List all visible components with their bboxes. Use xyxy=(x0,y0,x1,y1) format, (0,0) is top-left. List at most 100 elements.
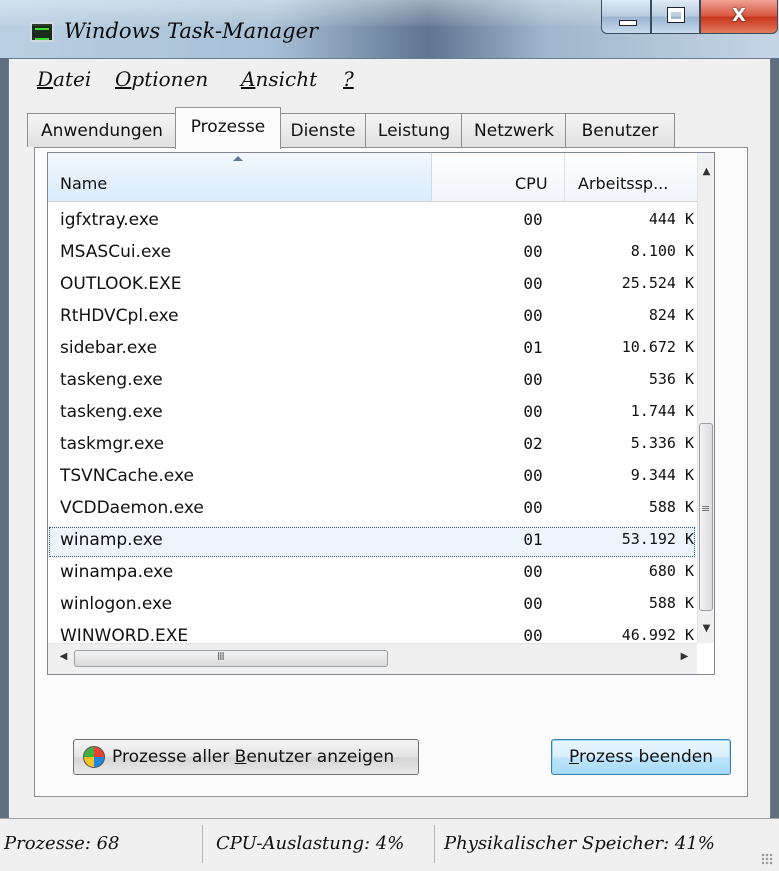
table-row[interactable]: OUTLOOK.EXE 00 25.524 K xyxy=(48,270,696,302)
process-cpu: 00 xyxy=(523,562,543,581)
column-header-arbeitsspeicher[interactable]: Arbeitssp... xyxy=(578,174,668,193)
table-row[interactable]: VCDDaemon.exe 00 588 K xyxy=(48,494,696,526)
process-name: taskmgr.exe xyxy=(60,434,165,454)
scroll-left-icon[interactable]: ◀ xyxy=(55,651,72,668)
process-cpu: 00 xyxy=(523,402,543,421)
process-memory: 444 K xyxy=(648,210,694,228)
minimize-button[interactable] xyxy=(601,0,651,34)
menu-datei[interactable]: Datei xyxy=(37,67,91,91)
vertical-scroll-thumb[interactable] xyxy=(699,423,713,611)
maximize-icon xyxy=(668,8,684,22)
status-cpu-usage: CPU-Auslastung: 4% xyxy=(216,833,405,854)
table-row[interactable]: TSVNCache.exe 00 9.344 K xyxy=(48,462,696,494)
tab-dienste[interactable]: Dienste xyxy=(279,113,367,147)
table-row[interactable]: sidebar.exe 01 10.672 K xyxy=(48,334,696,366)
sort-ascending-icon xyxy=(233,156,243,161)
table-row[interactable]: MSASCui.exe 00 8.100 K xyxy=(48,238,696,270)
show-all-label-start: Prozesse aller xyxy=(112,747,235,767)
status-divider xyxy=(434,825,435,863)
process-memory: 1.744 K xyxy=(630,402,694,420)
process-name: OUTLOOK.EXE xyxy=(60,274,182,294)
table-row[interactable]: winampa.exe 00 680 K xyxy=(48,558,696,590)
process-name: winamp.exe xyxy=(60,530,163,550)
table-row[interactable]: taskmgr.exe 02 5.336 K xyxy=(48,430,696,462)
table-row[interactable]: taskeng.exe 00 536 K xyxy=(48,366,696,398)
process-cpu: 00 xyxy=(523,498,543,517)
tab-prozesse[interactable]: Prozesse xyxy=(175,107,281,149)
process-memory: 680 K xyxy=(648,562,694,580)
show-all-label-end: enutzer anzeigen xyxy=(246,747,395,767)
process-name: MSASCui.exe xyxy=(60,242,172,262)
menu-help[interactable]: ? xyxy=(343,67,354,91)
menu-optionen[interactable]: Optionen xyxy=(115,67,208,91)
column-header-name[interactable]: Name xyxy=(48,153,432,201)
process-memory: 5.336 K xyxy=(630,434,694,452)
show-all-label-accel: B xyxy=(234,747,247,767)
table-row[interactable]: RtHDVCpl.exe 00 824 K xyxy=(48,302,696,334)
process-cpu: 00 xyxy=(523,242,543,261)
close-button[interactable]: X xyxy=(700,0,778,34)
table-row[interactable]: igfxtray.exe 00 444 K xyxy=(48,206,696,238)
process-memory: 824 K xyxy=(648,306,694,324)
process-memory: 25.524 K xyxy=(621,274,694,292)
process-name: TSVNCache.exe xyxy=(60,466,194,486)
process-cpu: 01 xyxy=(523,530,543,549)
process-cpu: 00 xyxy=(523,466,543,485)
process-cpu: 00 xyxy=(523,370,543,389)
table-row[interactable]: winamp.exe 01 53.192 K xyxy=(48,526,696,558)
end-process-button[interactable]: Prozess beenden xyxy=(551,739,731,775)
window-title: Windows Task-Manager xyxy=(64,19,319,43)
taskmanager-app-icon xyxy=(30,22,54,42)
process-name: VCDDaemon.exe xyxy=(60,498,204,518)
uac-shield-icon xyxy=(83,746,105,768)
scroll-down-icon[interactable]: ▼ xyxy=(698,623,714,640)
menu-ansicht[interactable]: Ansicht xyxy=(241,67,317,91)
process-memory: 8.100 K xyxy=(630,242,694,260)
tab-benutzer[interactable]: Benutzer xyxy=(565,113,675,147)
process-name: winlogon.exe xyxy=(60,594,173,614)
process-name: sidebar.exe xyxy=(60,338,158,358)
process-cpu: 01 xyxy=(523,338,543,357)
table-row[interactable]: taskeng.exe 00 1.744 K xyxy=(48,398,696,430)
vertical-scrollbar[interactable]: ▲ ▼ xyxy=(697,153,714,643)
tab-netzwerk[interactable]: Netzwerk xyxy=(461,113,567,147)
status-bar: Prozesse: 68 CPU-Auslastung: 4% Physikal… xyxy=(0,818,779,871)
process-cpu: 00 xyxy=(523,306,543,325)
column-divider xyxy=(564,153,565,201)
horizontal-scroll-thumb[interactable] xyxy=(74,650,388,667)
process-memory: 588 K xyxy=(648,594,694,612)
end-process-label: rozess beenden xyxy=(578,747,713,767)
client-area: Datei Optionen Ansicht ? Anwendungen Pro… xyxy=(8,58,771,863)
maximize-button[interactable] xyxy=(651,0,700,34)
title-bar[interactable]: Windows Task-Manager X xyxy=(0,0,779,58)
process-name: winampa.exe xyxy=(60,562,174,582)
show-all-users-button[interactable]: Prozesse aller Benutzer anzeigen xyxy=(73,739,419,775)
process-name: RtHDVCpl.exe xyxy=(60,306,179,326)
column-header-cpu[interactable]: CPU xyxy=(515,174,548,193)
table-row[interactable]: winlogon.exe 00 588 K xyxy=(48,590,696,622)
status-process-count: Prozesse: 68 xyxy=(4,833,120,854)
task-manager-window: Windows Task-Manager X Datei Optionen An… xyxy=(0,0,779,871)
process-cpu: 00 xyxy=(523,210,543,229)
process-memory: 46.992 K xyxy=(621,626,694,644)
tab-anwendungen[interactable]: Anwendungen xyxy=(27,113,177,147)
process-list[interactable]: Name CPU Arbeitssp... igfxtray.exe 00 444 … xyxy=(47,152,715,675)
horizontal-scrollbar[interactable]: ◀ ▶ xyxy=(48,643,697,674)
scroll-right-icon[interactable]: ▶ xyxy=(676,651,693,668)
resize-grip-icon[interactable] xyxy=(761,853,773,865)
status-divider xyxy=(202,825,203,863)
scroll-up-icon[interactable]: ▲ xyxy=(698,166,714,183)
process-name: taskeng.exe xyxy=(60,370,163,390)
status-memory: Physikalischer Speicher: 41% xyxy=(444,833,715,854)
tab-leistung[interactable]: Leistung xyxy=(365,113,463,147)
process-cpu: 00 xyxy=(523,274,543,293)
end-process-label-accel: P xyxy=(569,747,579,767)
process-name: igfxtray.exe xyxy=(60,210,159,230)
process-cpu: 02 xyxy=(523,434,543,453)
process-cpu: 00 xyxy=(523,594,543,613)
process-memory: 10.672 K xyxy=(621,338,694,356)
process-memory: 9.344 K xyxy=(630,466,694,484)
process-name: taskeng.exe xyxy=(60,402,163,422)
menu-bar: Datei Optionen Ansicht ? xyxy=(9,67,770,95)
process-memory: 53.192 K xyxy=(621,530,694,548)
